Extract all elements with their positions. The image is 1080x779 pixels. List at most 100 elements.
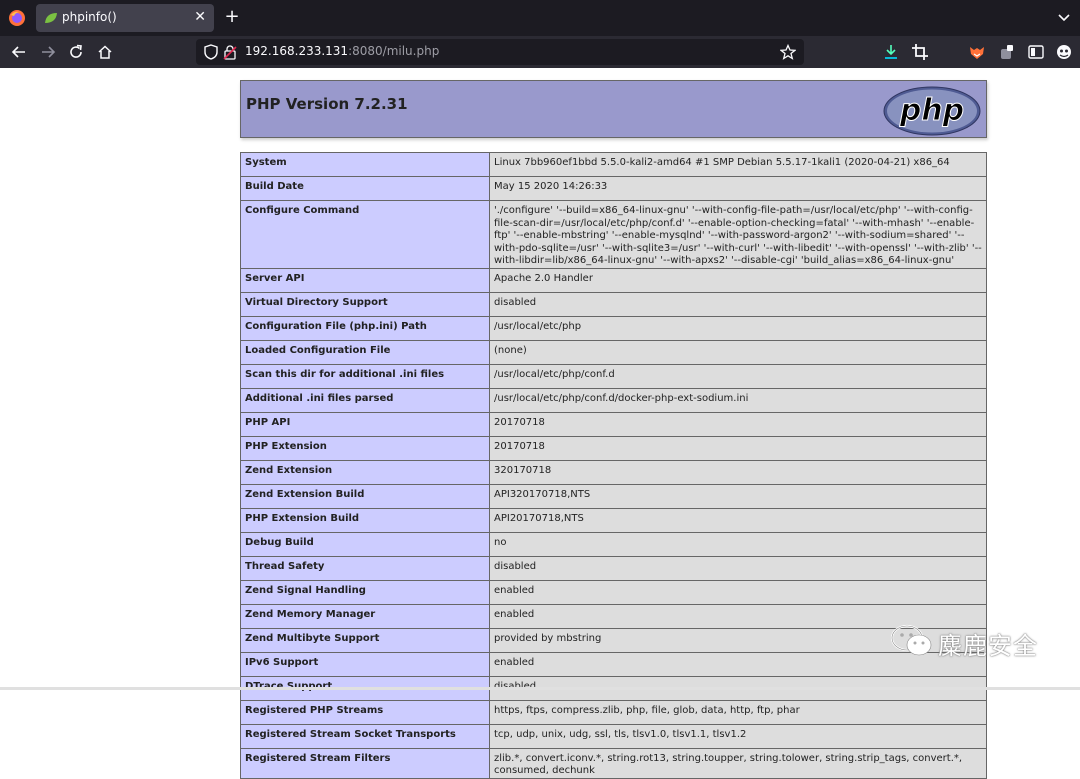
table-row: PHP Extension Build API20170718,NTS — [240, 507, 987, 533]
table-row: Registered Stream Filters zlib.*, convert… — [240, 747, 987, 779]
home-icon[interactable] — [96, 43, 114, 61]
directive-value: './configure' '--build=x86_64-linux-gnu'… — [489, 200, 987, 269]
directive-value: Apache 2.0 Handler — [489, 267, 987, 293]
puzzle-extension-icon[interactable] — [998, 43, 1016, 61]
directive-name: Zend Multibyte Support — [240, 627, 490, 653]
table-row: Zend Multibyte Support provided by mbstri… — [240, 627, 987, 653]
url-host: 192.168.233.131 — [245, 44, 349, 58]
directive-name: Configuration File (php.ini) Path — [240, 315, 490, 341]
directive-name: PHP Extension Build — [240, 507, 490, 533]
tab-phpinfo[interactable]: phpinfo() ✕ — [36, 4, 214, 32]
directive-value: Linux 7bb960ef1bbd 5.5.0-kali2-amd64 #1 … — [489, 152, 987, 177]
directive-name: Configure Command — [240, 200, 490, 269]
directive-name: System — [240, 152, 490, 177]
table-row: Build Date May 15 2020 14:26:33 — [240, 176, 987, 201]
directive-value: zlib.*, convert.iconv.*, string.rot13, s… — [489, 747, 987, 779]
directive-value: disabled — [489, 291, 987, 317]
directive-value: https, ftps, compress.zlib, php, file, g… — [489, 699, 987, 725]
nav-bar: 192.168.233.131:8080/milu.php — [0, 36, 1080, 68]
directive-name: Loaded Configuration File — [240, 339, 490, 365]
directive-value: disabled — [489, 555, 987, 581]
fox-extension-icon[interactable] — [968, 43, 986, 61]
url-path: :8080/milu.php — [348, 44, 440, 58]
table-row: Zend Signal Handling enabled — [240, 579, 987, 605]
table-row: Registered Stream Socket Transports tcp, … — [240, 723, 987, 749]
table-row: System Linux 7bb960ef1bbd 5.5.0-kali2-amd… — [240, 152, 987, 177]
directive-name: Debug Build — [240, 531, 490, 557]
directive-value: 20170718 — [489, 411, 987, 437]
table-row: Server API Apache 2.0 Handler — [240, 267, 987, 293]
shield-icon[interactable] — [204, 44, 218, 60]
url-bar[interactable]: 192.168.233.131:8080/milu.php — [196, 39, 804, 65]
directive-name: PHP Extension — [240, 435, 490, 461]
sidebar-icon[interactable] — [1027, 43, 1045, 61]
table-row: Registered PHP Streams https, ftps, compr… — [240, 699, 987, 725]
directive-value: 20170718 — [489, 435, 987, 461]
table-row: Loaded Configuration File (none) — [240, 339, 987, 365]
directive-value: May 15 2020 14:26:33 — [489, 176, 987, 201]
table-row: PHP API 20170718 — [240, 411, 987, 437]
firefox-icon[interactable] — [8, 9, 26, 27]
table-row: Zend Extension 320170718 — [240, 459, 987, 485]
tab-strip: phpinfo() ✕ + — [0, 0, 1080, 36]
directive-name: Registered Stream Filters — [240, 747, 490, 779]
directive-name: Zend Signal Handling — [240, 579, 490, 605]
directive-name: Registered Stream Socket Transports — [240, 723, 490, 749]
download-icon[interactable] — [882, 43, 900, 61]
close-icon[interactable]: ✕ — [194, 9, 206, 25]
directive-value: /usr/local/etc/php/conf.d/docker-php-ext… — [489, 387, 987, 413]
directive-name: Server API — [240, 267, 490, 293]
plus-icon[interactable]: + — [222, 6, 242, 28]
directive-name: Additional .ini files parsed — [240, 387, 490, 413]
directive-name: IPv6 Support — [240, 651, 490, 677]
table-row: Debug Build no — [240, 531, 987, 557]
phpinfo-container: PHP Version 7.2.31 php — [240, 80, 987, 138]
directive-value: 320170718 — [489, 459, 987, 485]
php-version-header: PHP Version 7.2.31 php — [240, 80, 987, 138]
directive-value: API20170718,NTS — [489, 507, 987, 533]
table-row: Scan this dir for additional .ini files /… — [240, 363, 987, 389]
directive-name: Registered PHP Streams — [240, 699, 490, 725]
directive-name: Thread Safety — [240, 555, 490, 581]
directive-name: Build Date — [240, 176, 490, 201]
page-title: PHP Version 7.2.31 — [246, 95, 408, 113]
table-row: Zend Extension Build API320170718,NTS — [240, 483, 987, 509]
ghost-extension-icon[interactable] — [1055, 43, 1073, 61]
info-table: System Linux 7bb960ef1bbd 5.5.0-kali2-amd… — [240, 152, 987, 779]
directive-name: PHP API — [240, 411, 490, 437]
table-row: PHP Extension 20170718 — [240, 435, 987, 461]
php-logo-text: php — [899, 93, 964, 128]
directive-value: (none) — [489, 339, 987, 365]
url-text[interactable]: 192.168.233.131:8080/milu.php — [245, 44, 439, 58]
directive-name: Virtual Directory Support — [240, 291, 490, 317]
directive-value: /usr/local/etc/php/conf.d — [489, 363, 987, 389]
directive-name: Zend Extension — [240, 459, 490, 485]
php-logo-icon[interactable]: php — [882, 85, 982, 137]
watermark-text: 麋鹿安全 — [938, 632, 1038, 660]
directive-name: Zend Extension Build — [240, 483, 490, 509]
table-row: Zend Memory Manager enabled — [240, 603, 987, 629]
table-row: Configure Command './configure' '--build=… — [240, 200, 987, 269]
star-icon[interactable] — [780, 44, 796, 60]
leaf-favicon-icon — [45, 13, 57, 23]
crop-icon[interactable] — [911, 43, 929, 61]
table-row: Additional .ini files parsed/usr/local/e… — [240, 387, 987, 413]
table-row: IPv6 Support enabled — [240, 651, 987, 677]
table-row: Thread Safety disabled — [240, 555, 987, 581]
tab-title: phpinfo() — [62, 10, 117, 24]
back-icon[interactable] — [10, 43, 28, 61]
directive-value: API320170718,NTS — [489, 483, 987, 509]
table-row: Virtual Directory Support disabled — [240, 291, 987, 317]
chevron-down-icon[interactable] — [1056, 9, 1072, 25]
reload-icon[interactable] — [67, 43, 85, 61]
forward-icon[interactable] — [39, 43, 57, 61]
directive-name: Zend Memory Manager — [240, 603, 490, 629]
directive-name: Scan this dir for additional .ini files — [240, 363, 490, 389]
directive-value: enabled — [489, 579, 987, 605]
directive-value: tcp, udp, unix, udg, ssl, tls, tlsv1.0, … — [489, 723, 987, 749]
directive-value: no — [489, 531, 987, 557]
wechat-icon — [890, 624, 932, 656]
lock-insecure-icon[interactable] — [223, 44, 237, 60]
directive-value: /usr/local/etc/php — [489, 315, 987, 341]
table-row: Configuration File (php.ini) Path/usr/lo… — [240, 315, 987, 341]
